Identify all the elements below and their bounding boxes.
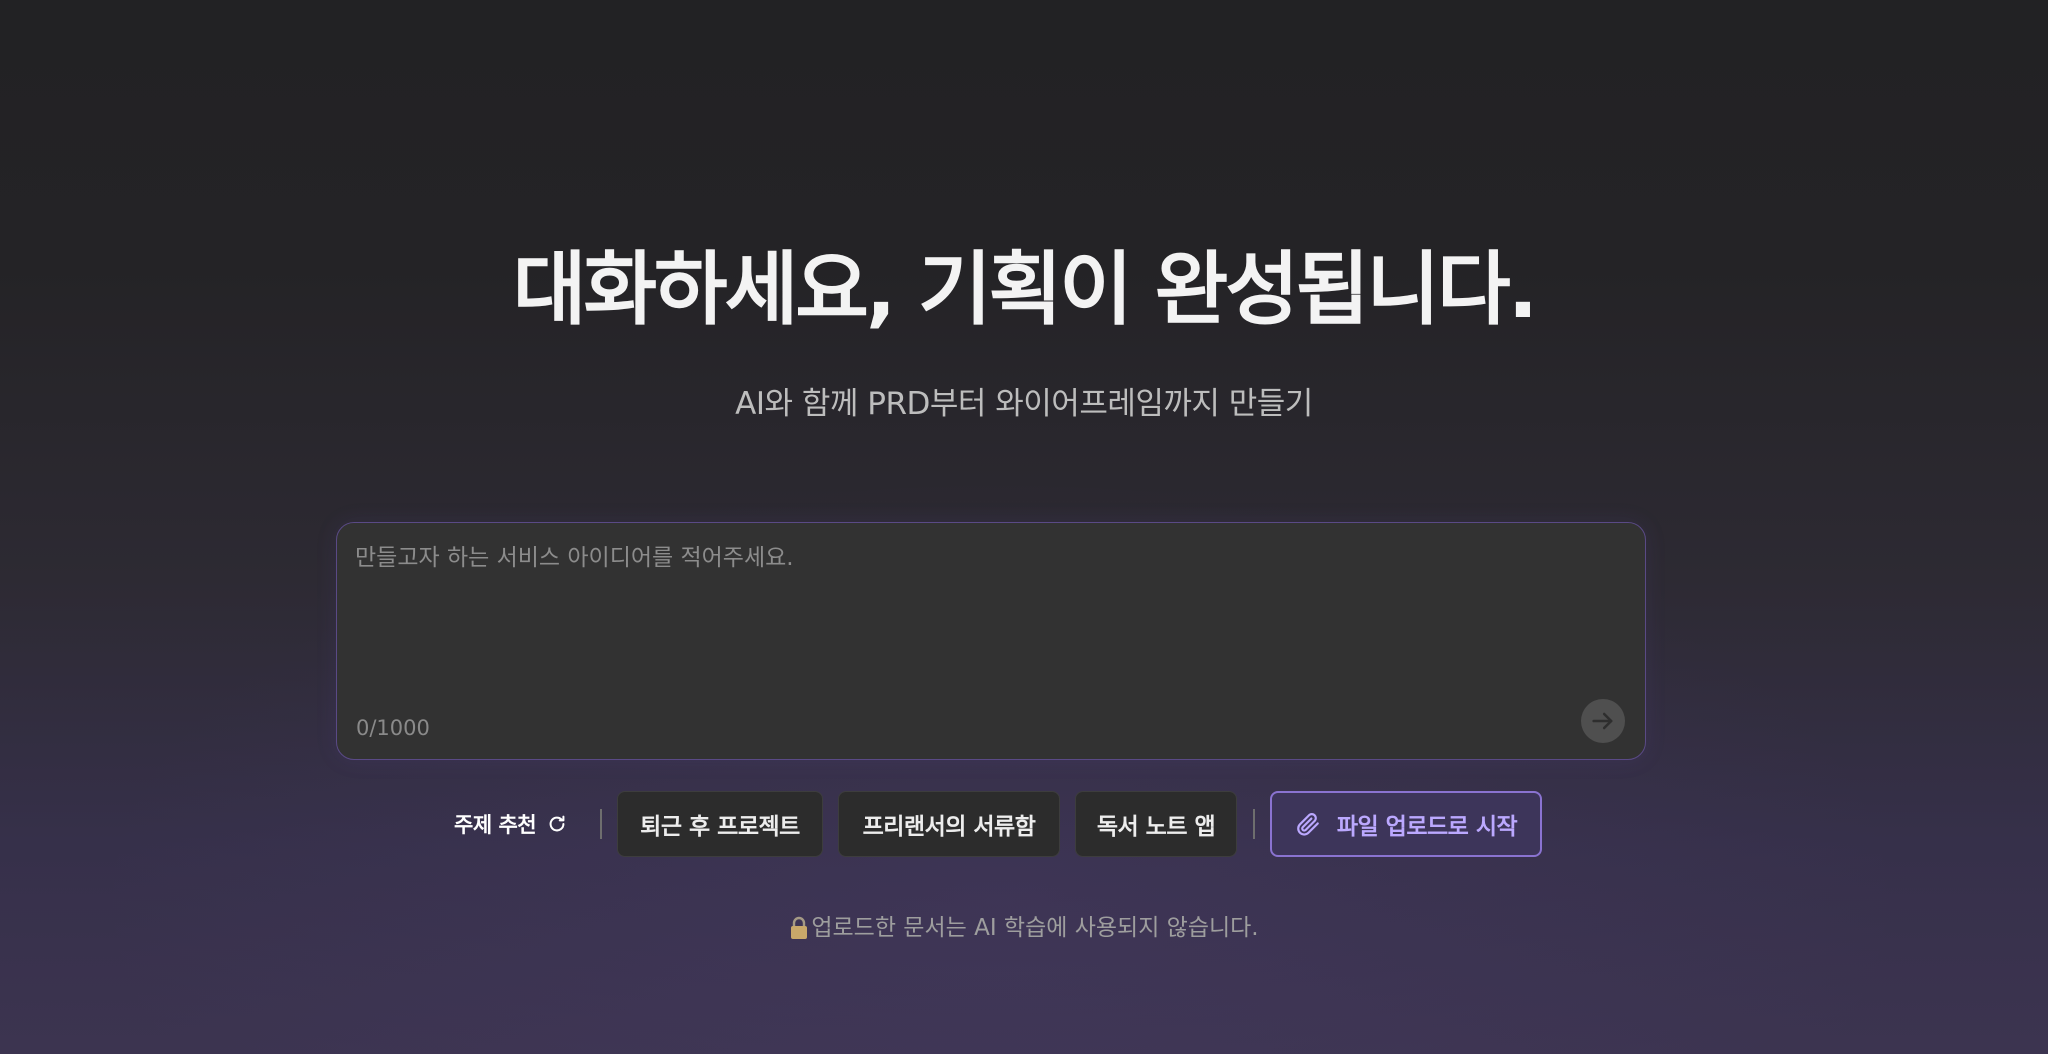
idea-input[interactable] <box>355 541 1625 681</box>
suggestion-chip-label: 독서 노트 앱 <box>1096 814 1216 840</box>
page-subtitle: AI와 함께 PRD부터 와이어프레임까지 만들기 <box>735 386 1313 422</box>
idea-composer: 0/1000 <box>336 522 1646 760</box>
arrow-right-icon <box>1592 712 1613 730</box>
divider <box>1253 809 1255 839</box>
file-upload-button[interactable]: 파일 업로드로 시작 <box>1270 791 1542 857</box>
topic-recommend-label: 주제 추천 <box>454 813 537 837</box>
refresh-icon <box>549 815 565 832</box>
char-counter: 0/1000 <box>356 716 430 740</box>
topic-recommend-button[interactable]: 주제 추천 <box>454 791 568 857</box>
suggestion-chip-label: 퇴근 후 프로젝트 <box>640 814 800 840</box>
page-title: 대화하세요, 기획이 완성됩니다. <box>512 243 1538 336</box>
paperclip-icon <box>1297 813 1319 836</box>
send-button[interactable] <box>1581 699 1625 743</box>
divider <box>600 809 602 839</box>
privacy-notice: 업로드한 문서는 AI 학습에 사용되지 않습니다. <box>0 908 2048 948</box>
suggestion-chip[interactable]: 독서 노트 앱 <box>1075 791 1237 857</box>
suggestion-bar: 주제 추천 퇴근 후 프로젝트 프리랜서의 서류함 독서 노트 앱 파일 업로드… <box>0 791 2048 857</box>
lock-icon <box>791 916 808 939</box>
suggestion-chip[interactable]: 퇴근 후 프로젝트 <box>617 791 823 857</box>
suggestion-chip-label: 프리랜서의 서류함 <box>862 814 1036 840</box>
file-upload-label: 파일 업로드로 시작 <box>1336 814 1518 840</box>
suggestion-chip[interactable]: 프리랜서의 서류함 <box>838 791 1060 857</box>
privacy-notice-text: 업로드한 문서는 AI 학습에 사용되지 않습니다. <box>811 915 1259 941</box>
